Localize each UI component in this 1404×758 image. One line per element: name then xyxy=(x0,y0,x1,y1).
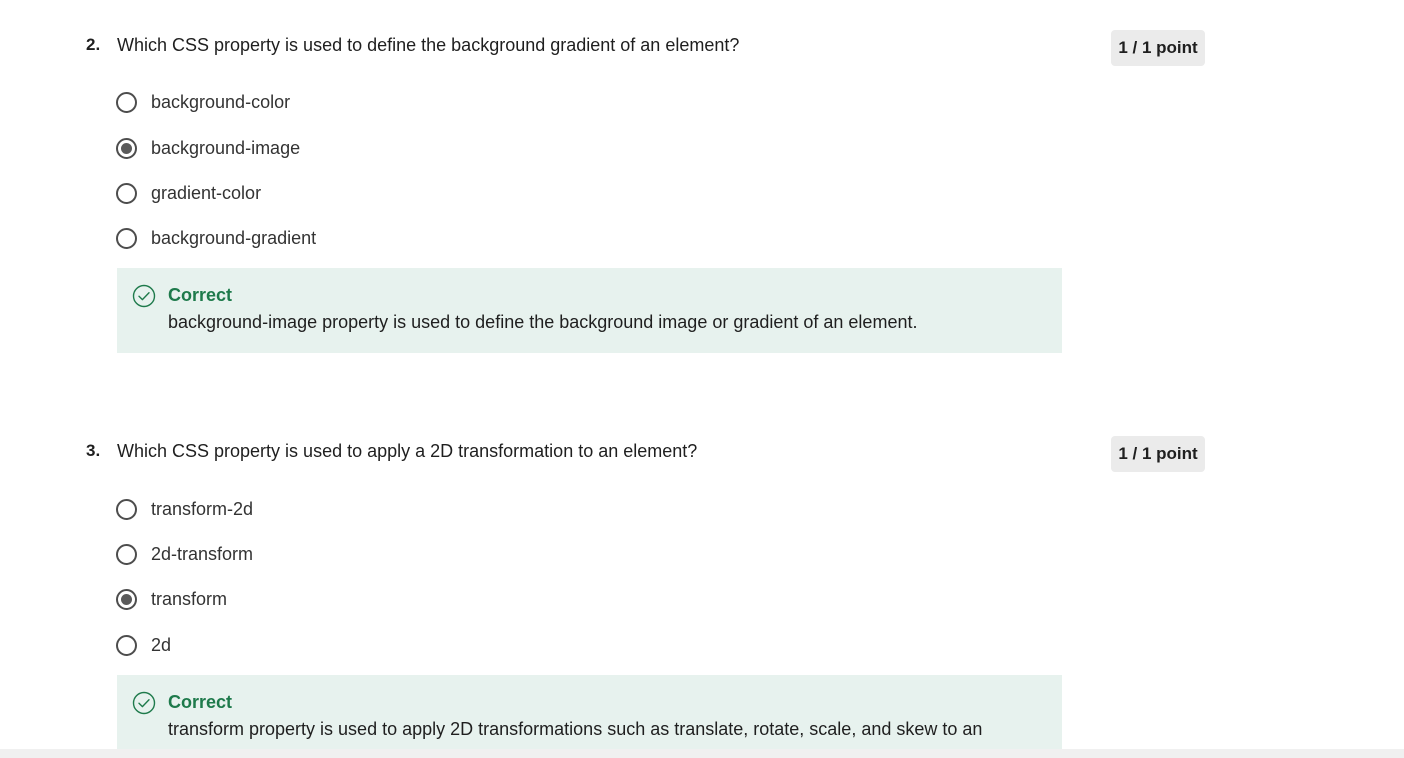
radio-button[interactable] xyxy=(116,182,137,204)
radio-button[interactable] xyxy=(116,634,137,656)
radio-button-selected[interactable] xyxy=(116,588,137,610)
option-label: background-image xyxy=(151,137,301,158)
question-text: Which CSS property is used to define the… xyxy=(117,35,740,55)
radio-button[interactable] xyxy=(116,227,137,249)
radio-button[interactable] xyxy=(116,543,137,565)
question-number: 3. xyxy=(86,441,101,460)
check-circle-icon xyxy=(132,691,156,715)
radio-button[interactable] xyxy=(116,498,137,520)
option-transform[interactable]: transform xyxy=(116,586,227,612)
feedback-explanation: background-image property is used to def… xyxy=(168,312,918,332)
points-badge: 1 / 1 point xyxy=(1111,436,1205,472)
option-background-image[interactable]: background-image xyxy=(116,135,300,161)
question-text: Which CSS property is used to apply a 2D… xyxy=(117,441,698,461)
option-transform-2d[interactable]: transform-2d xyxy=(116,496,253,522)
radio-button[interactable] xyxy=(116,91,137,113)
feedback-panel: Correct background-image property is use… xyxy=(117,268,1062,353)
question-number: 2. xyxy=(86,35,101,54)
check-circle-icon xyxy=(132,284,156,308)
option-background-color[interactable]: background-color xyxy=(116,89,290,115)
feedback-status: Correct xyxy=(168,285,233,305)
option-label: background-color xyxy=(151,91,291,112)
option-label: gradient-color xyxy=(151,182,262,203)
option-label: transform-2d xyxy=(151,498,254,519)
option-label: background-gradient xyxy=(151,227,317,248)
bottom-scroll-bar xyxy=(0,749,1404,758)
feedback-panel: Correct transform property is used to ap… xyxy=(117,675,1062,749)
option-gradient-color[interactable]: gradient-color xyxy=(116,180,261,206)
option-background-gradient[interactable]: background-gradient xyxy=(116,225,316,251)
option-label: 2d xyxy=(151,634,172,655)
radio-button-selected[interactable] xyxy=(116,137,137,159)
option-2d[interactable]: 2d xyxy=(116,632,171,658)
option-label: transform xyxy=(151,588,228,609)
feedback-status: Correct xyxy=(168,692,233,712)
option-label: 2d-transform xyxy=(151,543,254,564)
option-2d-transform[interactable]: 2d-transform xyxy=(116,541,253,567)
feedback-explanation: transform property is used to apply 2D t… xyxy=(168,719,983,739)
points-badge: 1 / 1 point xyxy=(1111,30,1205,66)
